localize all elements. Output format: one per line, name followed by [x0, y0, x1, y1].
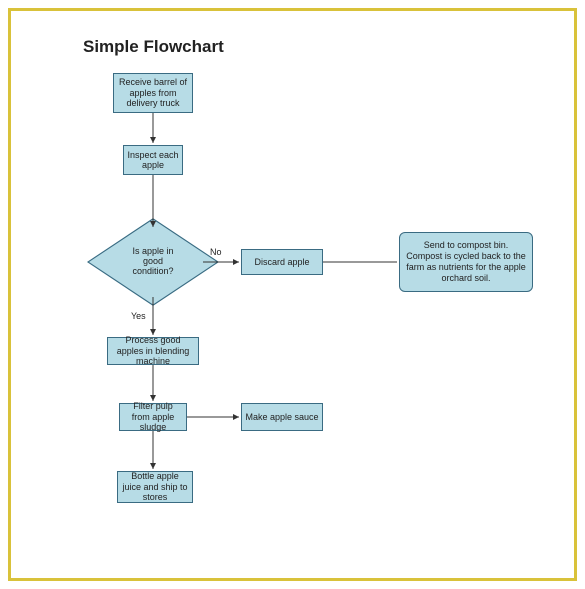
node-decision-label: Is apple in good condition? [103, 229, 203, 295]
annotation-compost: Send to compost bin. Compost is cycled b… [399, 232, 533, 292]
node-bottle: Bottle apple juice and ship to stores [117, 471, 193, 503]
node-decision: Is apple in good condition? [103, 229, 203, 295]
edge-label-yes: Yes [131, 311, 146, 321]
edge-label-no: No [210, 247, 222, 257]
flowchart-frame: Simple Flowchart Receive barrel of apple… [8, 8, 577, 581]
flowchart-canvas: Simple Flowchart Receive barrel of apple… [11, 11, 574, 578]
connectors [11, 11, 574, 578]
node-discard: Discard apple [241, 249, 323, 275]
node-filter: Filter pulp from apple sludge [119, 403, 187, 431]
node-inspect: Inspect each apple [123, 145, 183, 175]
page-title: Simple Flowchart [83, 37, 224, 57]
node-process: Process good apples in blending machine [107, 337, 199, 365]
node-receive: Receive barrel of apples from delivery t… [113, 73, 193, 113]
node-sauce: Make apple sauce [241, 403, 323, 431]
